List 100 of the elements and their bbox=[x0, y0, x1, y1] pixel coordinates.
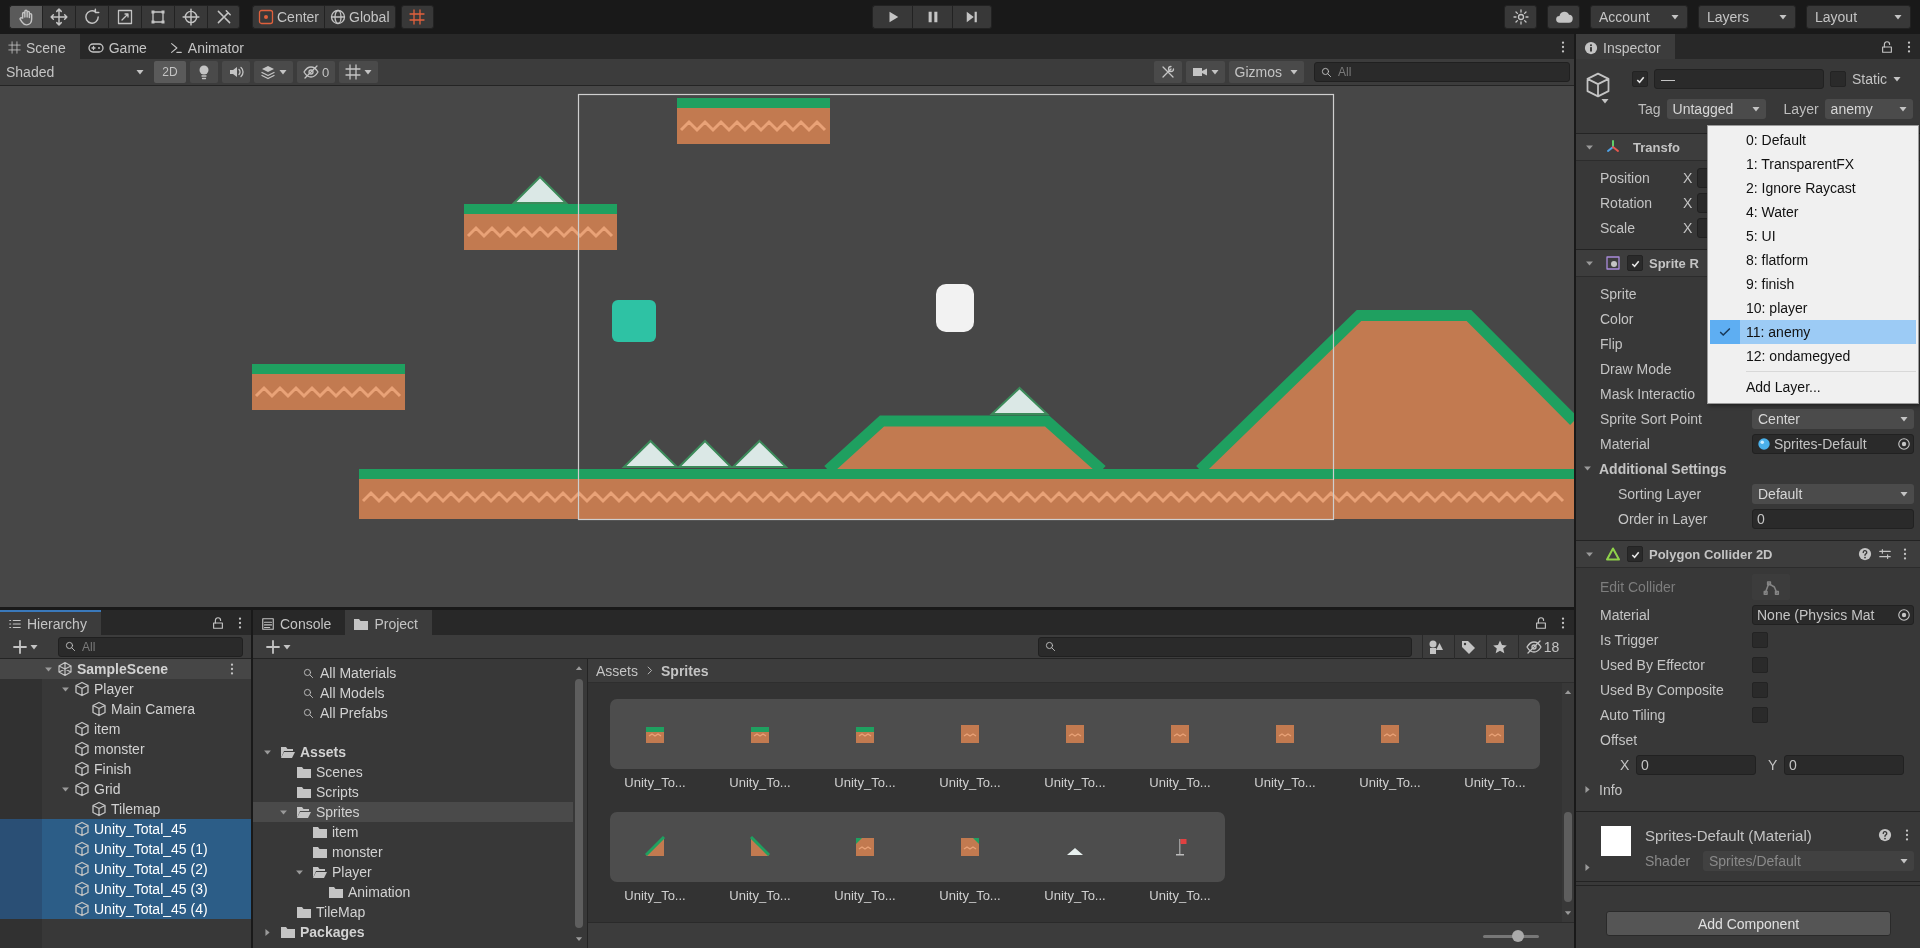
cloud-button[interactable] bbox=[1547, 5, 1580, 29]
menu-item[interactable]: 11: anemy bbox=[1710, 320, 1916, 344]
object-picker-icon[interactable] bbox=[1897, 607, 1911, 622]
panel-tab[interactable]: Game bbox=[79, 34, 161, 59]
menu-item[interactable]: Add Layer... bbox=[1710, 375, 1916, 399]
layer-dropdown[interactable]: anemy bbox=[1824, 99, 1913, 119]
number-field[interactable]: 0 bbox=[1784, 754, 1904, 775]
grid-snap-button[interactable] bbox=[400, 5, 434, 29]
lock-icon[interactable] bbox=[1880, 39, 1894, 54]
scrollbar[interactable] bbox=[1562, 683, 1574, 922]
section-label[interactable]: Additional Settings bbox=[1599, 460, 1727, 477]
folder-item[interactable]: Scripts bbox=[253, 782, 573, 802]
asset-name[interactable]: Unity_To... bbox=[610, 888, 700, 903]
mode-2d-toggle[interactable]: 2D bbox=[154, 61, 186, 83]
enabled-checkbox[interactable] bbox=[1627, 255, 1643, 271]
asset-name[interactable]: Unity_To... bbox=[925, 775, 1015, 790]
asset-name[interactable]: Unity_To... bbox=[1135, 775, 1225, 790]
tool-button[interactable] bbox=[75, 5, 108, 29]
tool-button[interactable] bbox=[141, 5, 174, 29]
panel-tab[interactable]: Console bbox=[253, 610, 346, 635]
folder-item[interactable]: Animation bbox=[253, 882, 573, 902]
tree-item[interactable]: SampleScene bbox=[0, 659, 251, 679]
collapsed-arrow-icon[interactable] bbox=[1582, 784, 1593, 795]
sliders-icon[interactable] bbox=[1878, 547, 1892, 561]
breadcrumb-link[interactable]: Assets bbox=[596, 662, 638, 679]
tag-dropdown[interactable]: Untagged bbox=[1666, 99, 1766, 119]
hidden-packages-toggle[interactable]: 18 bbox=[1518, 634, 1566, 659]
asset-name[interactable]: Unity_To... bbox=[715, 775, 805, 790]
lock-icon[interactable] bbox=[211, 615, 225, 630]
menu-item[interactable]: 5: UI bbox=[1710, 224, 1916, 248]
menu-item[interactable]: 9: finish bbox=[1710, 272, 1916, 296]
panel-tab[interactable]: Hierarchy bbox=[0, 610, 101, 635]
dirt-tile-icon[interactable] bbox=[1484, 723, 1506, 745]
audio-toggle[interactable] bbox=[222, 61, 250, 83]
layers-menu[interactable]: Layers bbox=[1698, 5, 1796, 29]
folder-item[interactable]: Assets bbox=[253, 742, 573, 762]
panel-tab[interactable]: Project bbox=[345, 610, 432, 635]
tool-button[interactable] bbox=[207, 5, 240, 29]
asset-name[interactable]: Unity_To... bbox=[1345, 775, 1435, 790]
slider-thumb[interactable] bbox=[1512, 929, 1525, 942]
step-button[interactable] bbox=[952, 5, 992, 29]
menu-item[interactable]: 12: ondamegyed bbox=[1710, 344, 1916, 368]
shading-dropdown[interactable]: Shaded bbox=[0, 61, 150, 83]
folder-item[interactable]: Player bbox=[253, 862, 573, 882]
asset-name[interactable]: Unity_To... bbox=[1030, 775, 1120, 790]
tree-item[interactable]: Grid bbox=[0, 779, 251, 799]
tree-item[interactable]: Unity_Total_45 (2) bbox=[0, 859, 251, 879]
camera-dropdown[interactable] bbox=[1185, 61, 1225, 83]
panel-tab[interactable]: Inspector bbox=[1576, 34, 1675, 59]
dropdown[interactable]: Center bbox=[1752, 408, 1914, 429]
tree-item[interactable]: Unity_Total_45 (1) bbox=[0, 839, 251, 859]
tree-item[interactable]: item bbox=[0, 719, 251, 739]
folder-item[interactable]: item bbox=[253, 822, 573, 842]
collapsed-arrow-icon[interactable] bbox=[262, 926, 273, 938]
help-icon[interactable] bbox=[1878, 828, 1892, 842]
tree-item[interactable]: Player bbox=[0, 679, 251, 699]
lighting-toggle[interactable] bbox=[190, 61, 218, 83]
search-field[interactable] bbox=[1038, 636, 1412, 657]
favorite-item[interactable]: All Materials bbox=[253, 663, 573, 683]
folder-item[interactable]: TileMap bbox=[253, 902, 573, 922]
object-field[interactable]: None (Physics Mat bbox=[1752, 604, 1914, 625]
asset-name[interactable]: Unity_To... bbox=[820, 888, 910, 903]
enabled-checkbox[interactable] bbox=[1627, 546, 1643, 562]
pivot-space-button[interactable]: Global bbox=[324, 5, 396, 29]
favorite-item[interactable]: All Prefabs bbox=[253, 703, 573, 723]
active-checkbox[interactable] bbox=[1632, 71, 1648, 87]
effects-dropdown[interactable] bbox=[254, 61, 293, 83]
play-button[interactable] bbox=[872, 5, 912, 29]
tool-button[interactable] bbox=[108, 5, 141, 29]
help-icon[interactable] bbox=[1858, 547, 1872, 561]
layout-menu[interactable]: Layout bbox=[1806, 5, 1911, 29]
object-picker-icon[interactable] bbox=[1897, 436, 1911, 451]
account-menu[interactable]: Account bbox=[1590, 5, 1688, 29]
favorite-item[interactable]: All Models bbox=[253, 683, 573, 703]
tree-item[interactable]: Unity_Total_45 (3) bbox=[0, 879, 251, 899]
pivot-mode-button[interactable]: Center bbox=[252, 5, 325, 29]
asset-name[interactable]: Unity_To... bbox=[1030, 888, 1120, 903]
name-field[interactable]: — bbox=[1654, 69, 1824, 89]
tree-item[interactable]: monster bbox=[0, 739, 251, 759]
menu-item[interactable]: 8: flatform bbox=[1710, 248, 1916, 272]
gizmos-dropdown[interactable]: Gizmos bbox=[1228, 61, 1304, 83]
object-field[interactable]: Sprites-Default bbox=[1752, 433, 1914, 454]
grid-dropdown[interactable] bbox=[339, 61, 379, 83]
component-title[interactable]: Sprite R bbox=[1649, 255, 1699, 271]
asset-name[interactable]: Unity_To... bbox=[1135, 888, 1225, 903]
menu-item[interactable]: 2: Ignore Raycast bbox=[1710, 176, 1916, 200]
tree-item[interactable]: Main Camera bbox=[0, 699, 251, 719]
asset-name[interactable]: Unity_To... bbox=[1240, 775, 1330, 790]
dirt-tile-icon[interactable] bbox=[1169, 723, 1191, 745]
collapsed-arrow-icon[interactable] bbox=[1582, 862, 1593, 873]
menu-item[interactable]: 1: TransparentFX bbox=[1710, 152, 1916, 176]
number-field[interactable]: 0 bbox=[1636, 754, 1756, 775]
tree-item[interactable]: Unity_Total_45 (4) bbox=[0, 899, 251, 919]
corner-tile-icon[interactable] bbox=[959, 836, 981, 858]
tool-button[interactable] bbox=[174, 5, 207, 29]
services-button[interactable] bbox=[1504, 5, 1537, 29]
dropdown[interactable]: Default bbox=[1752, 483, 1914, 504]
expanded-arrow-icon[interactable] bbox=[1582, 463, 1593, 474]
dirt-tile-icon[interactable] bbox=[1274, 723, 1296, 745]
foldout-label[interactable]: Info bbox=[1599, 781, 1623, 798]
